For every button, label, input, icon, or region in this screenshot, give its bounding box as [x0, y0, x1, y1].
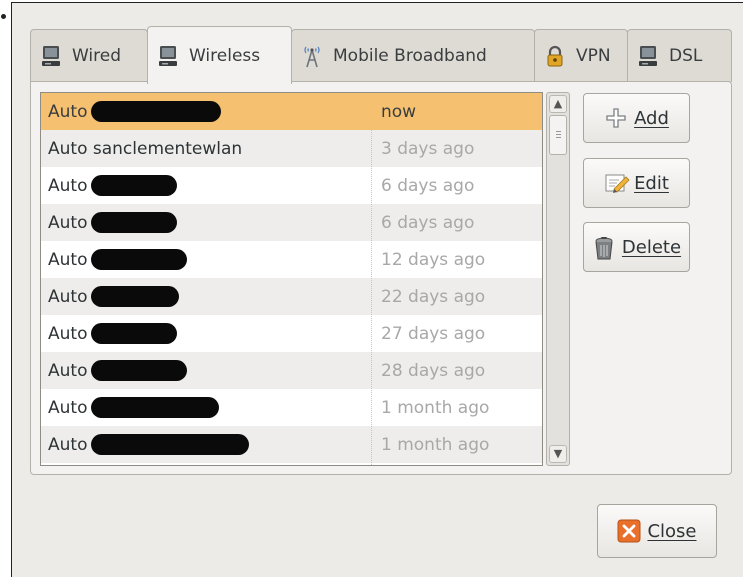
connection-name: Auto	[48, 212, 178, 233]
connection-name-text: Auto	[48, 360, 88, 381]
tab-wireless[interactable]: Wireless	[147, 26, 292, 84]
window-edge-marker	[1, 14, 6, 19]
connection-name: Auto sanclementewlan	[48, 139, 242, 159]
connection-last-used: 27 days ago	[381, 323, 486, 344]
edit-button[interactable]: Edit	[583, 158, 690, 208]
redacted-ssid	[91, 286, 180, 307]
connection-name-text: Auto	[48, 434, 88, 455]
close-x-icon	[617, 519, 641, 543]
redacted-ssid	[91, 212, 178, 233]
close-button[interactable]: Close	[597, 504, 717, 558]
redacted-ssid	[91, 397, 220, 418]
add-button[interactable]: Add	[583, 93, 690, 143]
connection-name-text: Auto	[48, 212, 88, 233]
connection-row[interactable]: Auto 1 month ago	[41, 389, 542, 426]
redacted-ssid	[91, 323, 178, 344]
connection-last-used: 6 days ago	[381, 212, 475, 233]
connection-name: Auto	[48, 360, 188, 381]
connection-name: Auto	[48, 101, 222, 122]
mobile-broadband-tower-icon	[300, 44, 324, 68]
connection-name-text: Auto	[48, 397, 88, 418]
connection-name: Auto	[48, 175, 178, 196]
scroll-up-button[interactable]: ▲	[549, 95, 567, 113]
tab-wired[interactable]: Wired	[30, 29, 148, 82]
redacted-ssid	[91, 175, 178, 196]
connection-name: Auto	[48, 323, 178, 344]
tab-wireless-label: Wireless	[189, 45, 261, 66]
plus-icon	[604, 106, 628, 130]
redacted-ssid	[91, 249, 188, 270]
redacted-ssid	[91, 360, 188, 381]
tab-vpn-label: VPN	[576, 46, 611, 66]
trash-can-icon	[592, 235, 616, 260]
delete-button-label: Delete	[621, 236, 682, 258]
connection-row[interactable]: Auto 22 days ago	[41, 278, 542, 315]
close-button-label: Close	[647, 520, 697, 542]
tab-dsl-label: DSL	[669, 46, 703, 66]
connection-row[interactable]: Auto now	[41, 93, 542, 130]
dsl-network-icon	[636, 44, 660, 68]
wireless-network-icon	[156, 44, 180, 68]
connection-name: Auto	[48, 434, 250, 455]
connection-last-used: 1 month ago	[381, 397, 490, 418]
connection-name-text: Auto	[48, 249, 88, 270]
chevron-up-icon: ▲	[553, 97, 563, 110]
edit-pencil-icon	[604, 171, 630, 195]
scroll-down-button[interactable]: ▼	[549, 445, 567, 463]
list-scrollbar[interactable]: ▲ ▼	[546, 92, 570, 466]
connection-name-text: Auto	[48, 175, 88, 196]
connection-name: Auto	[48, 397, 220, 418]
connection-last-used: 12 days ago	[381, 249, 486, 270]
wired-network-icon	[39, 44, 63, 68]
vpn-lock-icon	[543, 44, 567, 68]
connection-name-text: Auto	[48, 323, 88, 344]
tab-wired-label: Wired	[72, 46, 122, 66]
connection-row[interactable]: Auto 6 days ago	[41, 167, 542, 204]
connection-list[interactable]: Auto now Auto sanclementewlan 3 days ago Aut…	[40, 92, 543, 466]
connection-row[interactable]: Auto 6 days ago	[41, 204, 542, 241]
connection-last-used: 22 days ago	[381, 286, 486, 307]
connection-name-text: Auto	[48, 101, 88, 122]
connection-row[interactable]: Auto 27 days ago	[41, 315, 542, 352]
redacted-ssid	[91, 101, 222, 122]
column-separator	[371, 93, 372, 465]
connection-row[interactable]: Auto 28 days ago	[41, 352, 542, 389]
connection-last-used: 6 days ago	[381, 175, 475, 196]
tab-mobile-broadband[interactable]: Mobile Broadband	[291, 29, 535, 82]
tab-vpn[interactable]: VPN	[534, 29, 628, 82]
tab-dsl[interactable]: DSL	[627, 29, 732, 82]
connection-last-used: 28 days ago	[381, 360, 486, 381]
edit-button-label: Edit	[634, 172, 669, 194]
delete-button[interactable]: Delete	[583, 222, 690, 272]
connection-last-used: now	[381, 101, 417, 122]
connection-last-used: 3 days ago	[381, 138, 475, 159]
connection-row[interactable]: Auto 12 days ago	[41, 241, 542, 278]
redacted-ssid	[91, 434, 250, 455]
chevron-down-icon: ▼	[553, 447, 563, 460]
connection-row[interactable]: Auto 1 month ago	[41, 426, 542, 463]
scroll-thumb[interactable]	[549, 115, 567, 155]
connection-row[interactable]: Auto sanclementewlan 3 days ago	[41, 130, 542, 167]
add-button-label: Add	[634, 107, 669, 129]
connection-name: Auto	[48, 286, 180, 307]
connection-last-used: 1 month ago	[381, 434, 490, 455]
connection-name: Auto	[48, 249, 188, 270]
connection-name-text: Auto sanclementewlan	[48, 138, 243, 159]
tab-mobile-broadband-label: Mobile Broadband	[333, 46, 487, 66]
connection-name-text: Auto	[48, 286, 88, 307]
